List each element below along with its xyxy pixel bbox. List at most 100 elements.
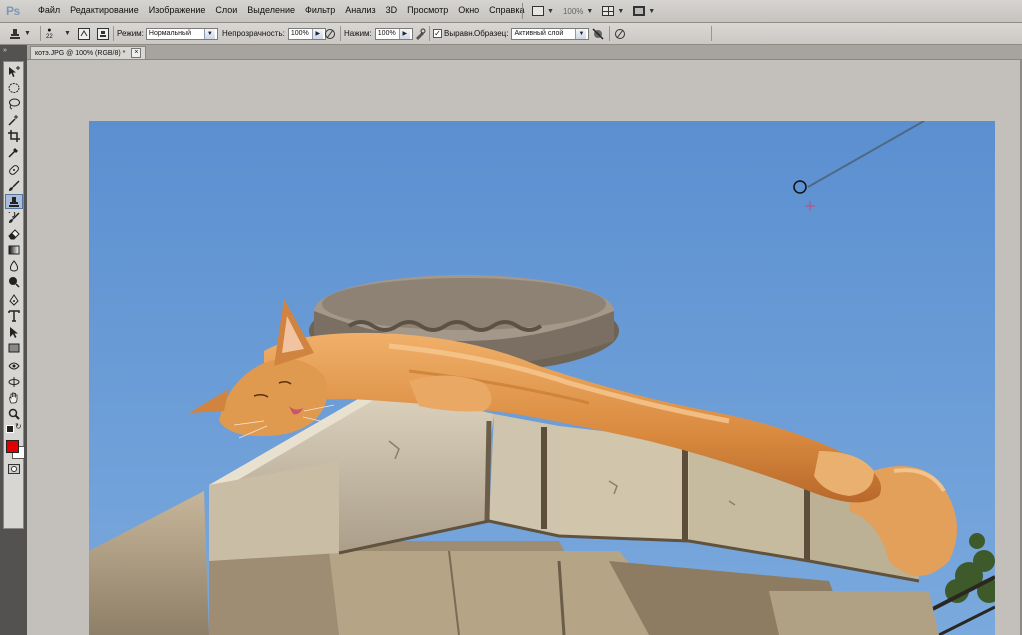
tool-3d-orbit[interactable] xyxy=(5,374,23,389)
chevron-down-icon[interactable]: ▼ xyxy=(64,30,71,37)
brush-icon xyxy=(9,179,20,191)
tool-eyedropper[interactable] xyxy=(5,144,23,159)
airbrush-icon xyxy=(413,27,427,41)
menu-window[interactable]: Окно xyxy=(453,5,484,15)
mode-label: Режим: xyxy=(117,29,144,38)
tablet-pressure-size-button[interactable] xyxy=(613,23,627,44)
menu-items: Файл Редактирование Изображение Слои Выд… xyxy=(33,5,529,15)
divider xyxy=(340,26,341,41)
menu-image[interactable]: Изображение xyxy=(144,5,211,15)
eraser-icon xyxy=(8,228,20,239)
sample-value: Активный слой xyxy=(514,30,564,37)
screen-mode-button[interactable]: ▼ xyxy=(633,6,655,16)
opacity-input[interactable]: 100% ▶ xyxy=(287,27,326,40)
tool-magic-wand[interactable] xyxy=(5,112,23,127)
options-bar: ▼ ● 22 ▼ Режим: Нормальный ▼ Непрозрачно… xyxy=(0,23,1022,45)
divider xyxy=(40,26,41,41)
tools-list: ↻ xyxy=(3,61,25,529)
tool-type[interactable] xyxy=(5,308,23,323)
hand-icon xyxy=(9,392,18,403)
zoom-icon xyxy=(8,408,20,420)
image-canvas[interactable] xyxy=(89,121,995,635)
default-colors-icon[interactable] xyxy=(6,425,14,433)
clone-stamp-icon xyxy=(9,196,19,207)
lasso-ellipse-icon xyxy=(8,82,20,93)
screen-mode-icon xyxy=(633,6,646,16)
mode-select[interactable]: Нормальный ▼ xyxy=(145,27,218,40)
toggle-clone-source-button[interactable] xyxy=(96,23,110,44)
tool-dodge[interactable] xyxy=(5,274,23,289)
document-tab[interactable]: котэ.JPG @ 100% (RGB/8) * × xyxy=(30,46,147,59)
brush-picker[interactable]: ● 22 xyxy=(46,23,53,44)
tool-brush[interactable] xyxy=(5,178,23,193)
tool-eraser[interactable] xyxy=(5,226,23,241)
sample-label: Образец: xyxy=(474,29,509,38)
quick-mask-button[interactable] xyxy=(8,464,20,474)
sample-select[interactable]: Активный слой ▼ xyxy=(511,27,590,40)
tools-panel: » ↻ xyxy=(0,45,27,635)
aligned-checkbox[interactable]: ✓ Выравн. xyxy=(433,23,475,44)
divider xyxy=(609,26,610,41)
tool-3d-rotate[interactable] xyxy=(5,358,23,373)
close-icon[interactable]: × xyxy=(131,48,142,58)
tool-preset-picker[interactable]: ▼ xyxy=(8,23,31,44)
zoom-level-dropdown[interactable]: 100% ▼ xyxy=(563,7,593,16)
pressure-label: Нажим: xyxy=(344,29,372,38)
tool-blur[interactable] xyxy=(5,258,23,273)
menu-layers[interactable]: Слои xyxy=(210,5,242,15)
airbrush-button[interactable] xyxy=(413,23,427,44)
chevron-right-icon[interactable]: ▶ xyxy=(311,28,323,39)
ignore-adjustment-layers-button[interactable] xyxy=(591,23,605,44)
menu-analysis[interactable]: Анализ xyxy=(340,5,380,15)
tool-zoom[interactable] xyxy=(5,406,23,421)
tool-gradient[interactable] xyxy=(5,242,23,257)
chevron-down-icon: ▼ xyxy=(575,28,587,39)
menu-select[interactable]: Выделение xyxy=(242,5,300,15)
menu-edit[interactable]: Редактирование xyxy=(65,5,144,15)
cat-photo xyxy=(89,121,995,635)
tool-pen[interactable] xyxy=(5,292,23,307)
tool-lasso[interactable] xyxy=(5,96,23,111)
tool-path-select[interactable] xyxy=(5,324,23,339)
chevron-down-icon: ▼ xyxy=(547,7,554,15)
aligned-label: Выравн. xyxy=(444,29,475,38)
mode-value: Нормальный xyxy=(148,30,191,37)
chevron-down-icon: ▼ xyxy=(617,7,625,15)
tool-healing[interactable] xyxy=(5,162,23,177)
pressure-input[interactable]: 100% ▶ xyxy=(374,27,413,40)
history-brush-icon xyxy=(8,211,20,223)
tool-crop[interactable] xyxy=(5,128,23,143)
tool-history-brush[interactable] xyxy=(5,210,23,225)
tool-marquee[interactable] xyxy=(5,80,23,95)
ignore-adjustment-icon xyxy=(591,27,605,41)
chevron-right-icon[interactable]: ▶ xyxy=(398,28,410,39)
3d-orbit-icon xyxy=(8,376,20,387)
application-bar: ▼ 100% ▼ ▼ ▼ xyxy=(522,3,655,19)
chevron-down-icon: ▼ xyxy=(24,30,31,37)
chevron-down-icon: ▼ xyxy=(203,28,215,39)
tool-hand[interactable] xyxy=(5,390,23,405)
collapse-panel-icon[interactable]: » xyxy=(3,47,7,54)
pressure-value: 100% xyxy=(377,30,396,37)
foreground-color-swatch[interactable] xyxy=(6,440,19,453)
clone-stamp-icon xyxy=(8,27,22,41)
quick-mask-icon xyxy=(11,466,17,472)
view-extras-button[interactable]: ▼ xyxy=(532,6,554,16)
tablet-opacity-button[interactable] xyxy=(323,23,337,44)
menu-view[interactable]: Просмотр xyxy=(402,5,453,15)
move-icon xyxy=(9,65,20,77)
menu-3d[interactable]: 3D xyxy=(381,5,403,15)
tool-shape[interactable] xyxy=(5,340,23,355)
healing-icon xyxy=(9,164,19,175)
tool-clone-stamp[interactable] xyxy=(5,194,23,209)
brush-dot-icon: ● xyxy=(47,26,52,34)
divider xyxy=(711,26,712,41)
swap-colors-icon[interactable]: ↻ xyxy=(15,422,22,431)
arrange-documents-button[interactable]: ▼ xyxy=(602,6,624,16)
menu-bar: Ps Файл Редактирование Изображение Слои … xyxy=(0,0,1022,23)
tool-move[interactable] xyxy=(5,64,23,79)
menu-file[interactable]: Файл xyxy=(33,5,65,15)
menu-filter[interactable]: Фильтр xyxy=(300,5,340,15)
toggle-brush-panel-button[interactable] xyxy=(77,23,91,44)
app-logo: Ps xyxy=(6,4,20,18)
